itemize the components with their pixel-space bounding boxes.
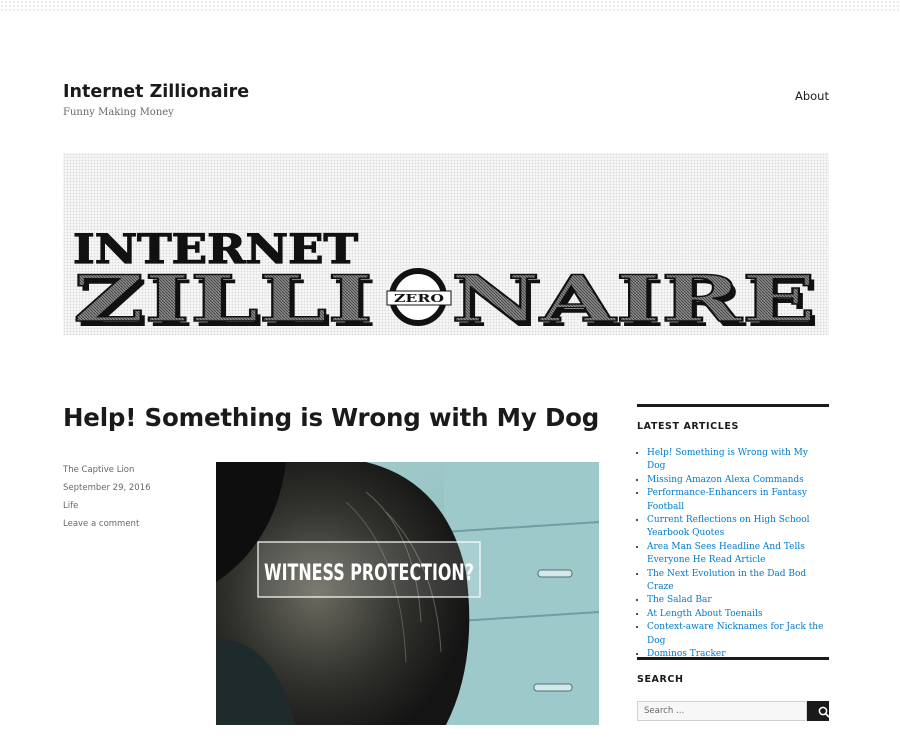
image-caption: WITNESS PROTECTION? [264, 561, 474, 586]
article-title[interactable]: Help! Something is Wrong with My Dog [63, 403, 599, 432]
featured-image[interactable]: WITNESS PROTECTION? [216, 462, 599, 725]
menu-item-about[interactable]: About [795, 89, 829, 103]
top-dotted-border [0, 0, 900, 12]
list-item: The Next Evolution in the Dad Bod Craze [647, 568, 829, 595]
banner-line2-left: ZILLI [73, 262, 373, 335]
search-widget-rule [637, 657, 829, 660]
list-item: Context-aware Nicknames for Jack the Dog [647, 621, 829, 648]
list-item: At Length About Toenails [647, 608, 829, 621]
latest-article-link[interactable]: The Next Evolution in the Dad Bod Craze [647, 569, 806, 592]
header-banner-image[interactable]: INTERNET ZILLI ZILLI ZERO NAIRE NAIRE [63, 153, 829, 335]
article-author[interactable]: The Captive Lion [63, 465, 134, 475]
list-item: The Salad Bar [647, 594, 829, 607]
banner-logo-graphic: INTERNET ZILLI ZILLI ZERO NAIRE NAIRE [72, 225, 820, 335]
latest-article-link[interactable]: Area Man Sees Headline And Tells Everyon… [647, 542, 805, 565]
latest-article-link[interactable]: Performance-Enhancers in Fantasy Footbal… [647, 488, 807, 511]
latest-article-link[interactable]: At Length About Toenails [647, 609, 763, 619]
latest-articles-list: Help! Something is Wrong with My Dog Mis… [637, 447, 829, 662]
latest-articles-title: LATEST ARTICLES [637, 421, 739, 432]
banner-line2-right: NAIRE [451, 262, 816, 335]
search-widget-title: SEARCH [637, 674, 684, 685]
search-input[interactable]: Search … [637, 701, 807, 721]
site-title[interactable]: Internet Zillionaire [63, 82, 249, 102]
list-item: Current Reflections on High School Yearb… [647, 514, 829, 541]
latest-articles-rule [637, 404, 829, 407]
list-item: Performance-Enhancers in Fantasy Footbal… [647, 487, 829, 514]
list-item: Help! Something is Wrong with My Dog [647, 447, 829, 474]
banner-zero-word: ZERO [394, 292, 445, 305]
site-description: Funny Making Money [63, 107, 174, 118]
list-item: Area Man Sees Headline And Tells Everyon… [647, 541, 829, 568]
latest-article-link[interactable]: Missing Amazon Alexa Commands [647, 475, 804, 485]
latest-article-link[interactable]: Help! Something is Wrong with My Dog [647, 448, 808, 471]
latest-article-link[interactable]: The Salad Bar [647, 595, 712, 605]
search-submit-button[interactable] [807, 701, 830, 721]
search-icon [818, 706, 830, 718]
latest-article-link[interactable]: Current Reflections on High School Yearb… [647, 515, 810, 538]
article-comments-link[interactable]: Leave a comment [63, 519, 139, 529]
dog-photo: WITNESS PROTECTION? [216, 462, 599, 725]
article-category[interactable]: Life [63, 501, 78, 511]
list-item: Missing Amazon Alexa Commands [647, 474, 829, 487]
latest-article-link[interactable]: Context-aware Nicknames for Jack the Dog [647, 622, 823, 645]
article-date[interactable]: September 29, 2016 [63, 483, 151, 493]
